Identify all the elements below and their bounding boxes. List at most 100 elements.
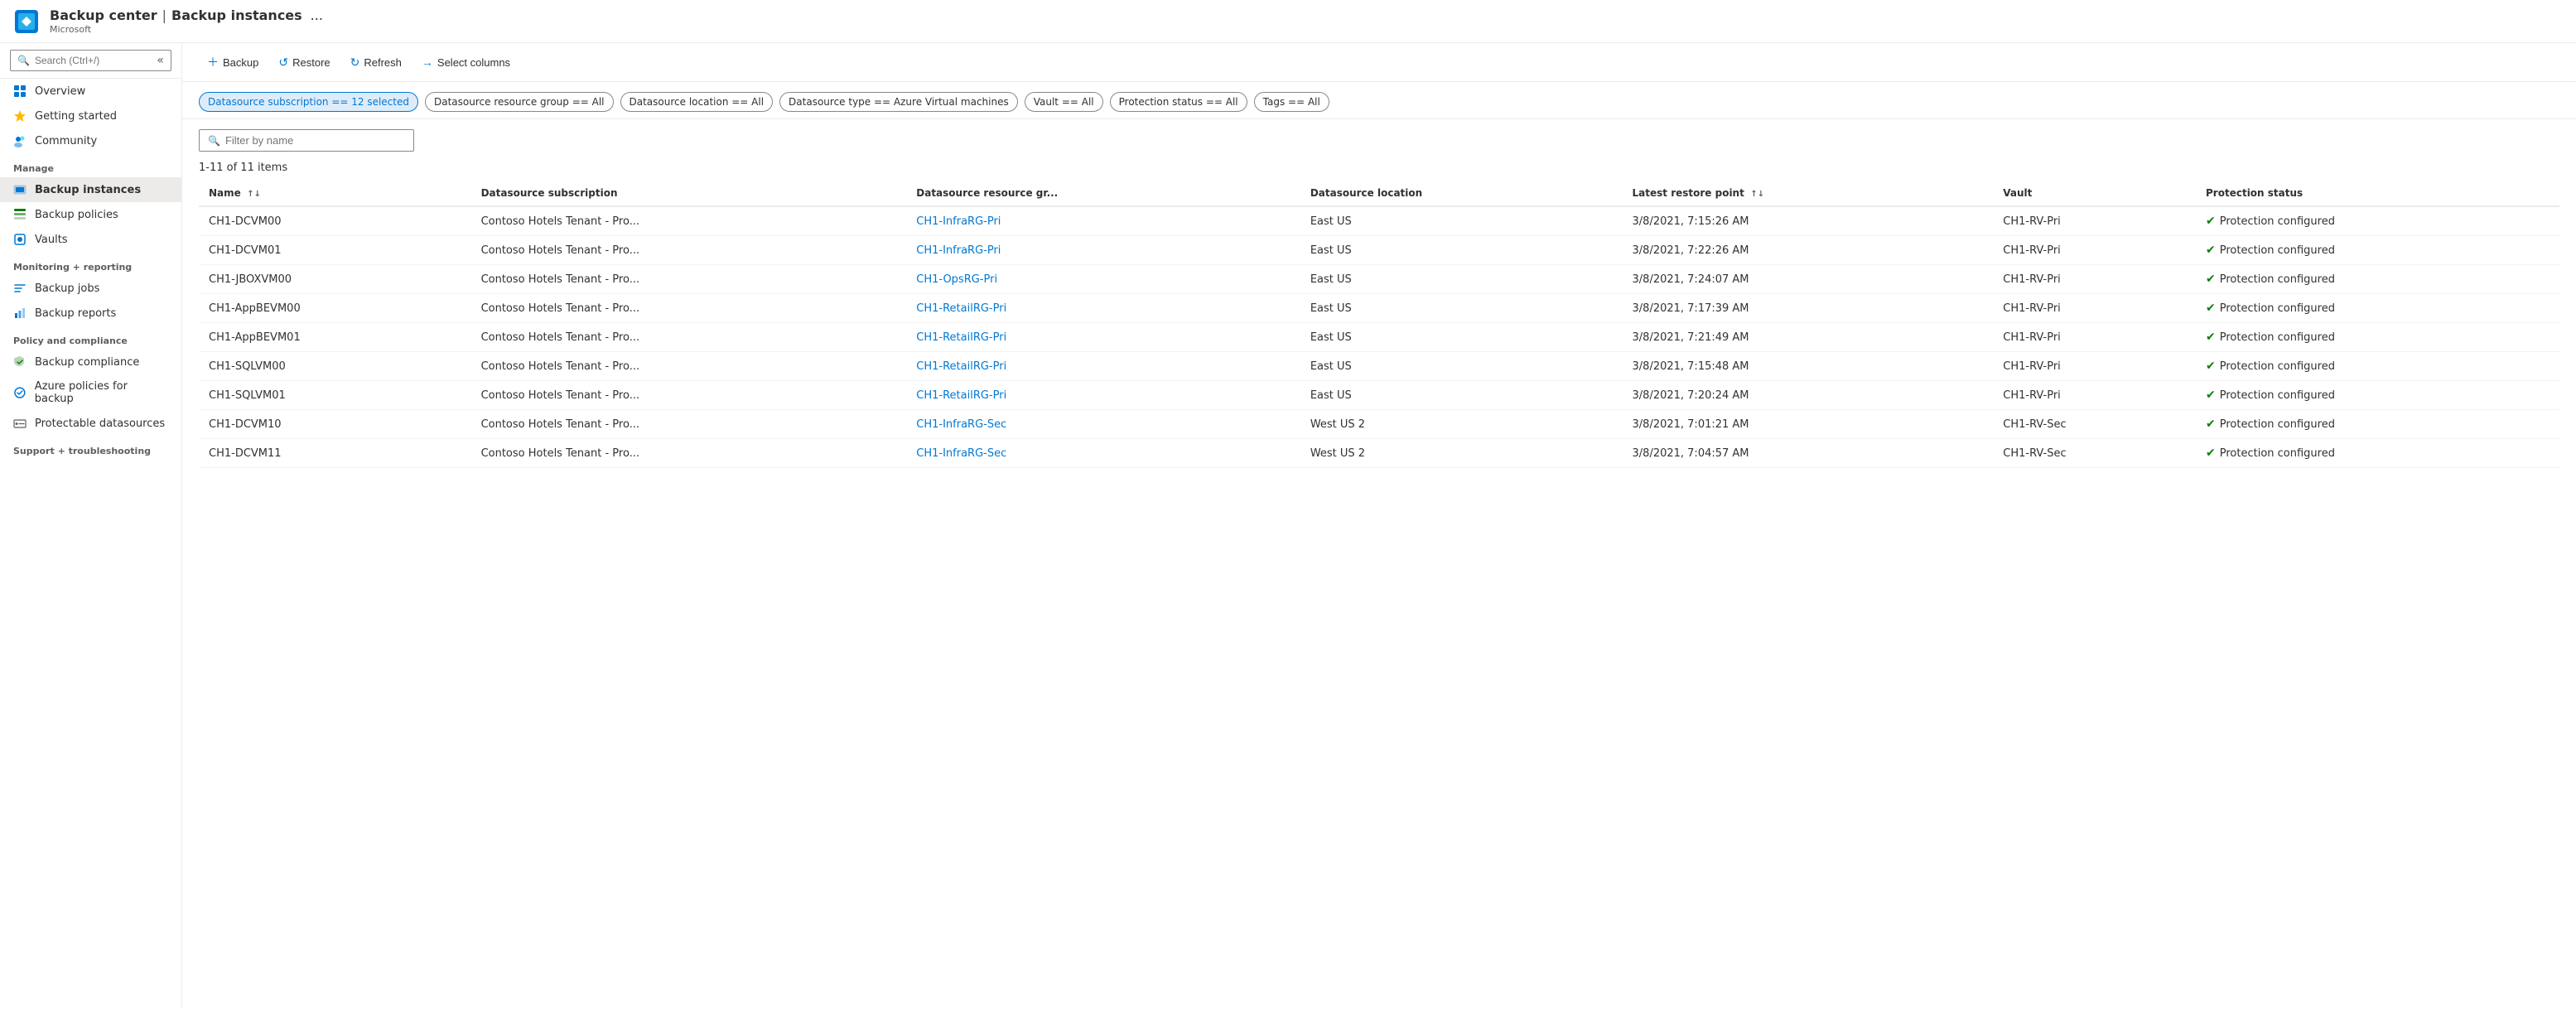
sidebar-nav-community[interactable]: Community xyxy=(0,128,181,153)
backup-instances-icon xyxy=(13,183,27,196)
table-row[interactable]: CH1-DCVM01Contoso Hotels Tenant - Pro...… xyxy=(199,236,2559,265)
sidebar-item-backup-policies[interactable]: Backup policies xyxy=(0,202,181,227)
sidebar-item-protectable-datasources[interactable]: Protectable datasources xyxy=(0,411,181,436)
protection-status-text: Protection configured xyxy=(2220,215,2335,228)
sidebar-item-azure-policies[interactable]: Azure policies for backup xyxy=(0,374,181,411)
sidebar-nav-overview[interactable]: Overview xyxy=(0,79,181,104)
table-cell-latest-restore-point: 3/8/2021, 7:21:49 AM xyxy=(1623,323,1994,352)
table-row[interactable]: CH1-DCVM11Contoso Hotels Tenant - Pro...… xyxy=(199,439,2559,468)
table-row[interactable]: CH1-DCVM00Contoso Hotels Tenant - Pro...… xyxy=(199,206,2559,236)
sort-icon-name: ↑↓ xyxy=(244,190,261,199)
search-bar: 🔍 xyxy=(182,119,2576,158)
table-cell-datasource-resource-group[interactable]: CH1-InfraRG-Sec xyxy=(906,439,1300,468)
table-cell-vault: CH1-RV-Pri xyxy=(1993,265,2196,294)
table-row[interactable]: CH1-JBOXVM00Contoso Hotels Tenant - Pro.… xyxy=(199,265,2559,294)
status-badge: ✔ Protection configured xyxy=(2206,418,2549,431)
backup-button[interactable]: ＋ Backup xyxy=(199,50,267,75)
protection-check-icon: ✔ xyxy=(2206,389,2216,402)
protection-check-icon: ✔ xyxy=(2206,244,2216,257)
sidebar-search-box: 🔍 « xyxy=(10,50,171,71)
table-cell-latest-restore-point: 3/8/2021, 7:20:24 AM xyxy=(1623,381,1994,410)
protection-status-text: Protection configured xyxy=(2220,418,2335,431)
filter-chip-vault[interactable]: Vault == All xyxy=(1025,92,1103,112)
table-cell-protection-status: ✔ Protection configured xyxy=(2196,410,2559,439)
table-cell-latest-restore-point: 3/8/2021, 7:17:39 AM xyxy=(1623,294,1994,323)
sidebar-item-backup-jobs[interactable]: Backup jobs xyxy=(0,276,181,301)
collapse-icon[interactable]: « xyxy=(157,54,164,67)
table-body: CH1-DCVM00Contoso Hotels Tenant - Pro...… xyxy=(199,206,2559,468)
table-cell-protection-status: ✔Protection configured xyxy=(2196,294,2559,323)
table-cell-latest-restore-point: 3/8/2021, 7:24:07 AM xyxy=(1623,265,1994,294)
table-row[interactable]: CH1-DCVM10Contoso Hotels Tenant - Pro...… xyxy=(199,410,2559,439)
filter-by-name-input[interactable] xyxy=(225,134,405,147)
table-row[interactable]: CH1-SQLVM00Contoso Hotels Tenant - Pro..… xyxy=(199,352,2559,381)
protection-check-icon: ✔ xyxy=(2206,447,2216,460)
table-header: Name ↑↓Datasource subscriptionDatasource… xyxy=(199,181,2559,206)
status-badge: ✔Protection configured xyxy=(2206,389,2549,402)
col-header-latest-restore-point[interactable]: Latest restore point ↑↓ xyxy=(1623,181,1994,206)
top-header: Backup center | Backup instances ... Mic… xyxy=(0,0,2576,43)
refresh-button[interactable]: ↻ Refresh xyxy=(342,51,410,74)
table-cell-latest-restore-point: 3/8/2021, 7:15:26 AM xyxy=(1623,206,1994,236)
sidebar-item-label-overview: Overview xyxy=(35,85,85,98)
more-button[interactable]: ... xyxy=(311,7,323,23)
table-row[interactable]: CH1-SQLVM01Contoso Hotels Tenant - Pro..… xyxy=(199,381,2559,410)
backup-icon: ＋ xyxy=(207,54,219,70)
community-icon xyxy=(13,134,27,147)
table-cell-name: CH1-DCVM10 xyxy=(199,410,471,439)
table-cell-vault: CH1-RV-Sec xyxy=(1993,439,2196,468)
table-cell-datasource-resource-group[interactable]: CH1-RetailRG-Pri xyxy=(906,294,1300,323)
filter-chip-protection-status[interactable]: Protection status == All xyxy=(1110,92,1247,112)
main-layout: 🔍 « Overview Getting started Community M… xyxy=(0,43,2576,1009)
protection-status-text: Protection configured xyxy=(2220,447,2335,460)
sidebar-search-container: 🔍 « xyxy=(0,43,181,79)
table-cell-protection-status: ✔ Protection configured xyxy=(2196,206,2559,236)
table-row[interactable]: CH1-AppBEVM00Contoso Hotels Tenant - Pro… xyxy=(199,294,2559,323)
col-header-name[interactable]: Name ↑↓ xyxy=(199,181,471,206)
toolbar: ＋ Backup ↺ Restore ↻ Refresh → Select co… xyxy=(182,43,2576,82)
table-cell-datasource-subscription: Contoso Hotels Tenant - Pro... xyxy=(471,236,907,265)
table-cell-datasource-location: East US xyxy=(1300,265,1623,294)
sidebar-item-backup-compliance[interactable]: Backup compliance xyxy=(0,350,181,374)
filter-chip-datasource-location[interactable]: Datasource location == All xyxy=(620,92,774,112)
protection-status-text: Protection configured xyxy=(2220,273,2335,286)
restore-button[interactable]: ↺ Restore xyxy=(270,51,338,74)
table-cell-name: CH1-SQLVM01 xyxy=(199,381,471,410)
table-cell-name: CH1-SQLVM00 xyxy=(199,352,471,381)
protectable-datasources-icon xyxy=(13,417,27,430)
table-cell-name: CH1-AppBEVM00 xyxy=(199,294,471,323)
filter-chip-datasource-type[interactable]: Datasource type == Azure Virtual machine… xyxy=(779,92,1018,112)
table-cell-datasource-resource-group[interactable]: CH1-RetailRG-Pri xyxy=(906,352,1300,381)
table-cell-datasource-resource-group[interactable]: CH1-OpsRG-Pri xyxy=(906,265,1300,294)
table-cell-protection-status: ✔Protection configured xyxy=(2196,381,2559,410)
table-cell-datasource-subscription: Contoso Hotels Tenant - Pro... xyxy=(471,381,907,410)
table-cell-datasource-location: East US xyxy=(1300,236,1623,265)
table-cell-name: CH1-DCVM11 xyxy=(199,439,471,468)
backup-compliance-icon xyxy=(13,355,27,369)
table-cell-datasource-resource-group[interactable]: CH1-InfraRG-Pri xyxy=(906,236,1300,265)
getting-started-icon xyxy=(13,109,27,123)
table-cell-datasource-resource-group[interactable]: CH1-RetailRG-Pri xyxy=(906,381,1300,410)
page-title: Backup instances xyxy=(171,7,302,23)
filter-chip-datasource-subscription[interactable]: Datasource subscription == 12 selected xyxy=(199,92,418,112)
sidebar-item-backup-reports[interactable]: Backup reports xyxy=(0,301,181,326)
sidebar-item-vaults[interactable]: Vaults xyxy=(0,227,181,252)
sidebar-nav-getting-started[interactable]: Getting started xyxy=(0,104,181,128)
sidebar-search-input[interactable] xyxy=(35,55,152,66)
app-name: Backup center xyxy=(50,7,157,23)
status-badge: ✔Protection configured xyxy=(2206,331,2549,344)
table-cell-datasource-location: East US xyxy=(1300,206,1623,236)
table-cell-datasource-location: West US 2 xyxy=(1300,439,1623,468)
filter-chip-tags[interactable]: Tags == All xyxy=(1254,92,1329,112)
table-cell-datasource-resource-group[interactable]: CH1-InfraRG-Sec xyxy=(906,410,1300,439)
table-cell-latest-restore-point: 3/8/2021, 7:15:48 AM xyxy=(1623,352,1994,381)
table-cell-datasource-resource-group[interactable]: CH1-InfraRG-Pri xyxy=(906,206,1300,236)
table-cell-datasource-resource-group[interactable]: CH1-RetailRG-Pri xyxy=(906,323,1300,352)
protection-check-icon: ✔ xyxy=(2206,215,2216,228)
filter-chip-datasource-resource-group[interactable]: Datasource resource group == All xyxy=(425,92,614,112)
table-row[interactable]: CH1-AppBEVM01Contoso Hotels Tenant - Pro… xyxy=(199,323,2559,352)
status-badge: ✔Protection configured xyxy=(2206,273,2549,286)
protection-check-icon: ✔ xyxy=(2206,418,2216,431)
sidebar-item-backup-instances[interactable]: Backup instances xyxy=(0,177,181,202)
select-columns-button[interactable]: → Select columns xyxy=(413,51,519,73)
